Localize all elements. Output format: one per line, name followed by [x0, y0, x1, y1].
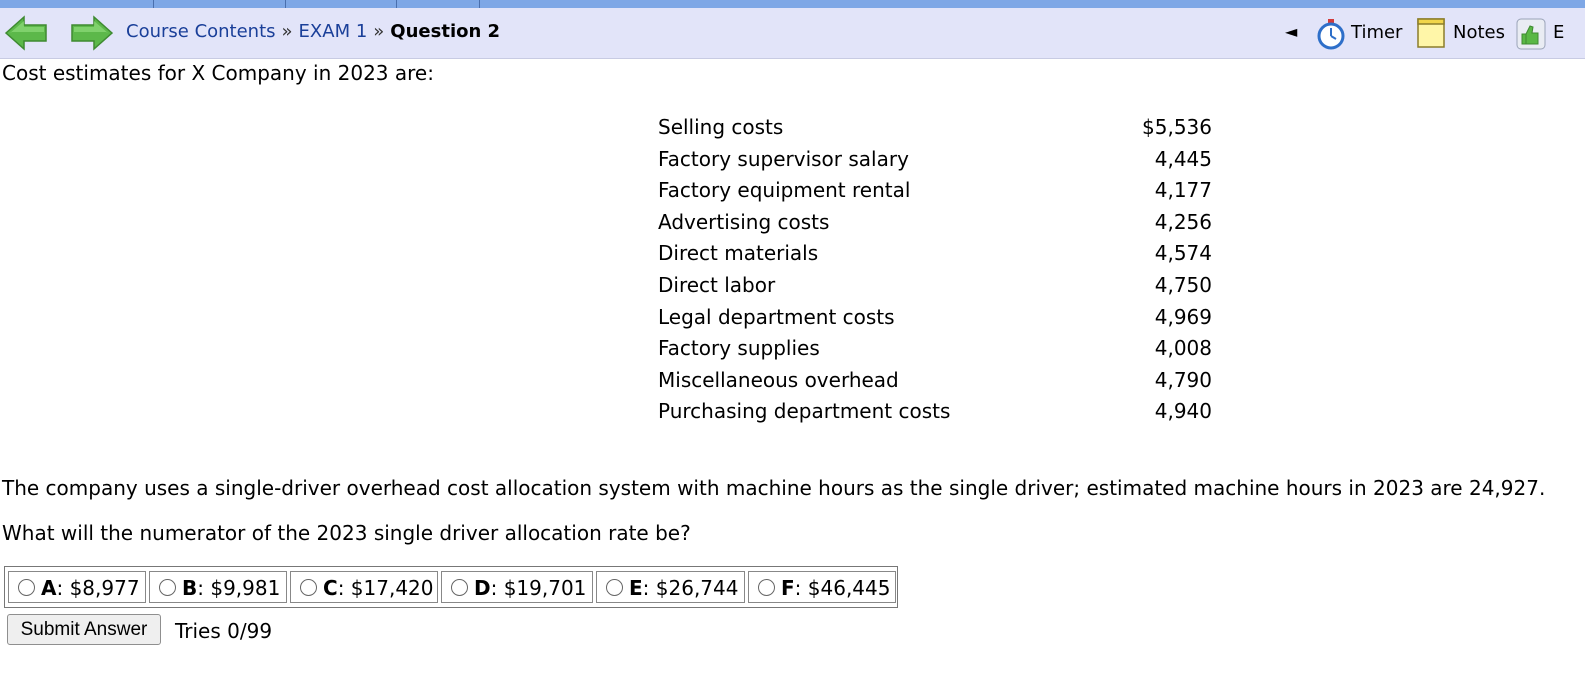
answer-option-text: D: $19,701 [474, 576, 586, 600]
answer-option-letter: C [323, 576, 338, 600]
answer-option-value: : $19,701 [490, 576, 587, 600]
thumbs-up-icon [1516, 18, 1546, 50]
timer-button[interactable]: Timer [1316, 14, 1416, 54]
cost-name: Legal department costs [658, 304, 895, 329]
cost-amount: 4,256 [1154, 209, 1212, 234]
cost-name: Advertising costs [658, 209, 830, 234]
cost-row: Factory supervisor salary 4,445 [654, 144, 1216, 176]
radio-button[interactable] [159, 579, 176, 596]
cost-name: Direct materials [658, 241, 819, 266]
answer-option-letter: E [629, 576, 643, 600]
cost-amount: 4,574 [1154, 241, 1212, 266]
radio-button[interactable] [758, 579, 775, 596]
answer-option-text: A: $8,977 [41, 576, 140, 600]
answer-option-c[interactable]: C: $17,420 [290, 571, 438, 603]
question-description: The company uses a single-driver overhea… [2, 476, 1546, 500]
cost-amount: 4,790 [1154, 367, 1212, 392]
navigation-bar: Course Contents» EXAM 1» Question 2 ◄ Time… [0, 8, 1585, 59]
cost-amount: 4,445 [1154, 146, 1212, 171]
answer-option-text: B: $9,981 [182, 576, 280, 600]
answer-option-letter: F [781, 576, 795, 600]
answer-option-value: : $26,744 [642, 576, 739, 600]
radio-button[interactable] [18, 579, 35, 596]
left-arrow-icon [4, 15, 47, 51]
tab-divider [285, 0, 286, 8]
cost-amount: 4,177 [1154, 178, 1212, 203]
toolbar: ◄ Timer Notes E [1285, 14, 1585, 54]
answer-option-b[interactable]: B: $9,981 [149, 571, 287, 603]
cost-row: Selling costs $5,536 [654, 112, 1216, 144]
breadcrumb-separator: » [373, 21, 385, 42]
cost-amount: 4,940 [1154, 399, 1212, 424]
tab-divider [396, 0, 397, 8]
answer-option-value: : $9,981 [197, 576, 281, 600]
answer-option-e[interactable]: E: $26,744 [596, 571, 745, 603]
cost-name: Direct labor [658, 272, 776, 297]
cost-amount: 4,969 [1154, 304, 1212, 329]
breadcrumb-exam[interactable]: EXAM 1 [299, 21, 368, 42]
answer-option-value: : $8,977 [56, 576, 140, 600]
radio-button[interactable] [300, 579, 317, 596]
answer-option-text: C: $17,420 [323, 576, 434, 600]
cost-name: Miscellaneous overhead [658, 367, 899, 392]
breadcrumb: Course Contents» EXAM 1» Question 2 [126, 21, 500, 42]
cost-name: Factory equipment rental [658, 178, 911, 203]
evaluate-label: E [1553, 22, 1565, 43]
radio-button[interactable] [606, 579, 623, 596]
cost-row: Factory supplies 4,008 [654, 333, 1216, 365]
cost-row: Advertising costs 4,256 [654, 207, 1216, 239]
right-arrow-icon [71, 15, 114, 51]
cost-amount: 4,750 [1154, 272, 1212, 297]
cost-name: Factory supplies [658, 336, 820, 361]
forward-arrow-button[interactable] [70, 15, 114, 51]
left-triangle-icon: ◄ [1285, 22, 1298, 41]
answer-choices: A: $8,977 B: $9,981 C: $17,420 D: $19,701 E:… [4, 566, 898, 608]
cost-name: Selling costs [658, 115, 784, 139]
tries-counter: Tries 0/99 [175, 619, 273, 643]
breadcrumb-separator: » [281, 21, 293, 42]
answer-option-letter: B [182, 576, 198, 600]
evaluate-button[interactable]: E [1516, 14, 1585, 54]
cost-row: Direct materials 4,574 [654, 238, 1216, 270]
notepad-icon [1417, 18, 1445, 48]
breadcrumb-current: Question 2 [390, 21, 501, 42]
answer-option-text: F: $46,445 [781, 576, 890, 600]
top-accent-strip [0, 0, 1585, 8]
answer-option-value: : $46,445 [794, 576, 891, 600]
notes-button[interactable]: Notes [1416, 14, 1516, 54]
breadcrumb-course-contents[interactable]: Course Contents [126, 21, 276, 42]
submit-answer-button[interactable]: Submit Answer [7, 614, 161, 645]
cost-row: Purchasing department costs 4,940 [654, 396, 1216, 428]
question-prompt: What will the numerator of the 2023 sing… [2, 521, 691, 545]
back-arrow-button[interactable] [4, 15, 48, 51]
answer-option-a[interactable]: A: $8,977 [8, 571, 146, 603]
answer-option-letter: A [41, 576, 57, 600]
cost-row: Factory equipment rental 4,177 [654, 175, 1216, 207]
cost-amount: $5,536 [1142, 115, 1212, 139]
timer-label: Timer [1351, 22, 1403, 43]
tab-divider [479, 0, 480, 8]
question-intro: Cost estimates for X Company in 2023 are… [2, 61, 434, 85]
tab-divider [153, 0, 154, 8]
answer-option-f[interactable]: F: $46,445 [748, 571, 896, 603]
answer-option-d[interactable]: D: $19,701 [441, 571, 593, 603]
answer-option-value: : $17,420 [337, 576, 434, 600]
notes-label: Notes [1453, 22, 1505, 43]
answer-option-letter: D [474, 576, 491, 600]
cost-table: Selling costs $5,536 Factory supervisor sa… [654, 112, 1216, 428]
cost-row: Legal department costs 4,969 [654, 302, 1216, 334]
cost-name: Factory supervisor salary [658, 146, 909, 171]
cost-row: Miscellaneous overhead 4,790 [654, 365, 1216, 397]
radio-button[interactable] [451, 579, 468, 596]
stopwatch-icon [1317, 19, 1345, 50]
cost-name: Purchasing department costs [658, 399, 951, 424]
cost-amount: 4,008 [1154, 336, 1212, 361]
answer-option-text: E: $26,744 [629, 576, 738, 600]
cost-row: Direct labor 4,750 [654, 270, 1216, 302]
